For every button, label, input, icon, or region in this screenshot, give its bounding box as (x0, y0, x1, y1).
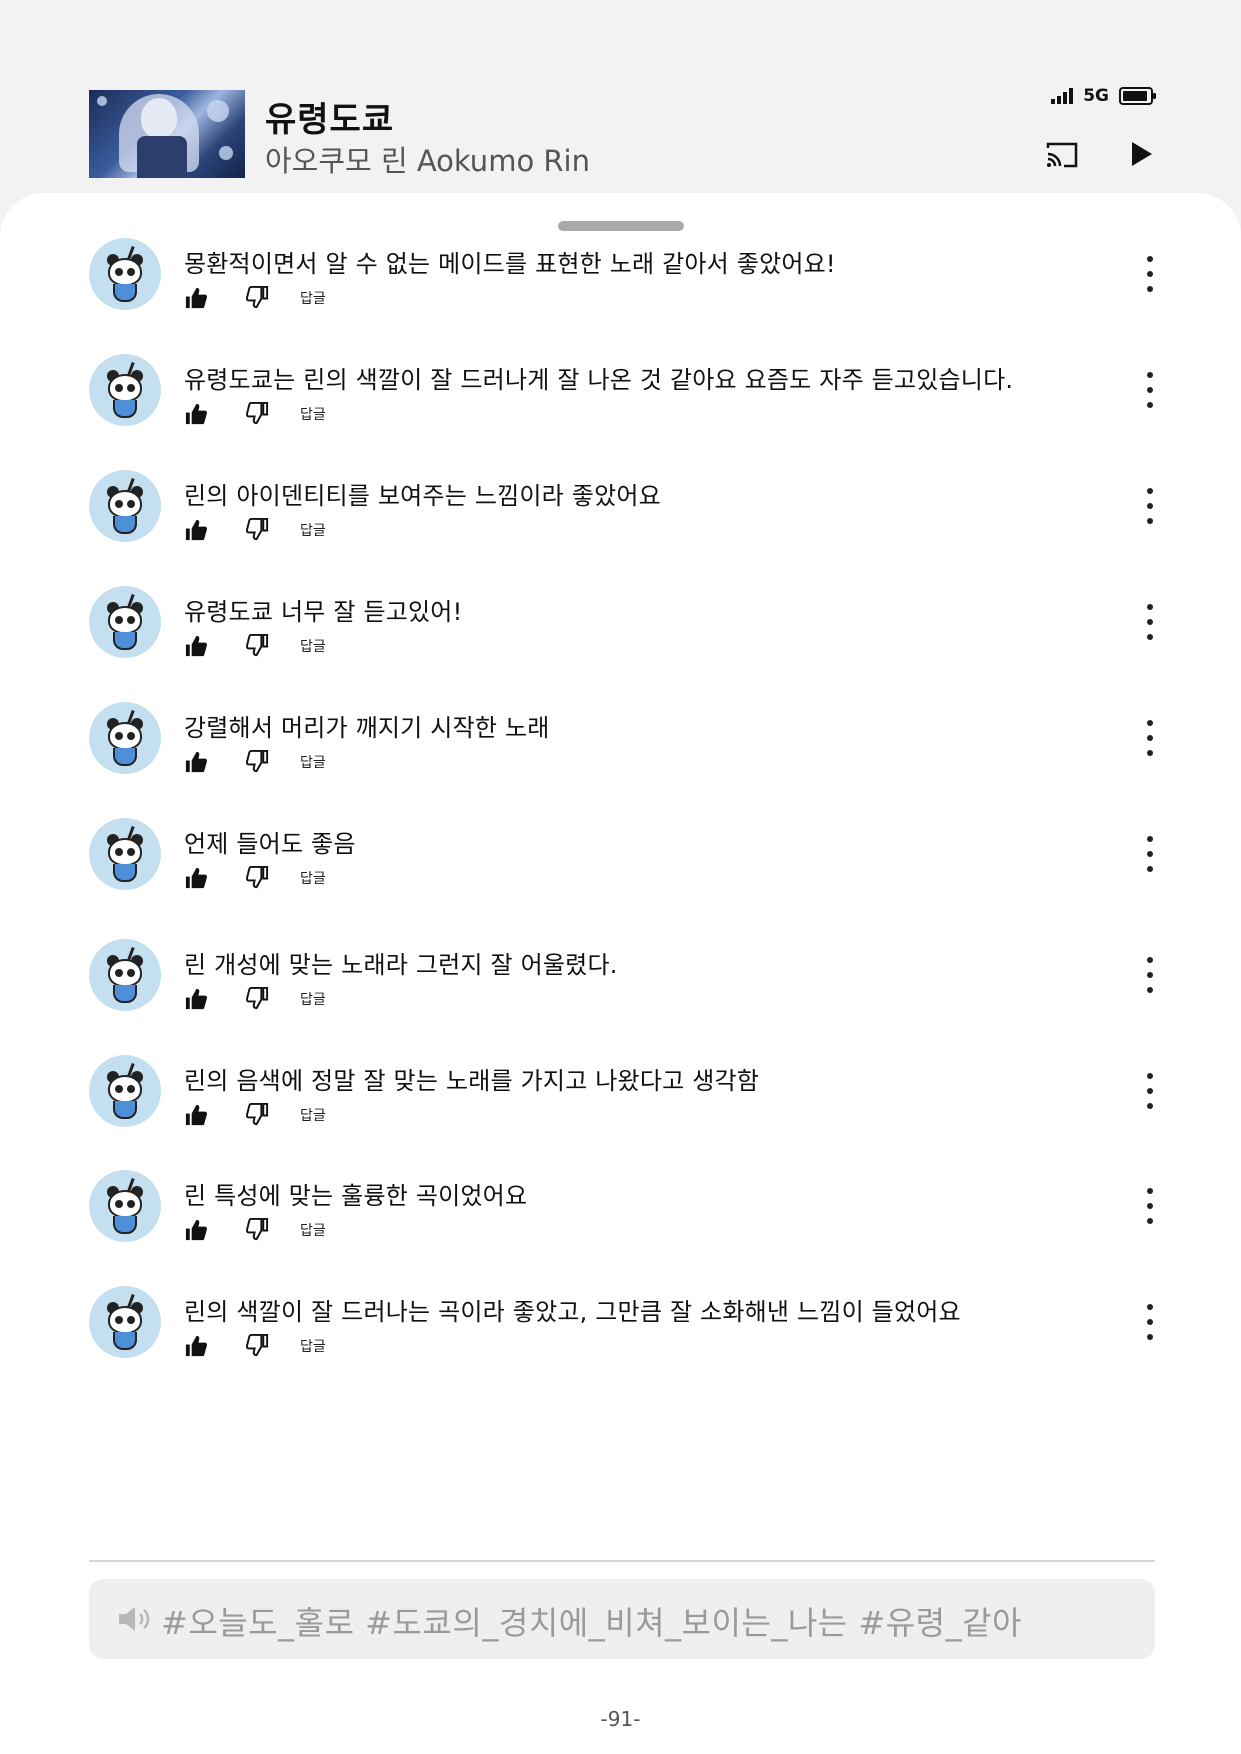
avatar[interactable] (89, 1286, 161, 1358)
comment-item: 린의 아이덴티티를 보여주는 느낌이라 좋았어요답글 (0, 470, 1241, 570)
cast-icon[interactable] (1044, 140, 1080, 170)
like-icon[interactable] (184, 402, 208, 426)
avatar[interactable] (89, 1055, 161, 1127)
reply-button[interactable]: 답글 (300, 404, 326, 424)
reply-button[interactable]: 답글 (300, 1105, 326, 1125)
more-options-icon[interactable] (1140, 488, 1160, 524)
avatar[interactable] (89, 470, 161, 542)
comment-text: 린 개성에 맞는 노래라 그런지 잘 어울렸다. (184, 951, 618, 979)
comment-item: 린 개성에 맞는 노래라 그런지 잘 어울렸다. 답글 (0, 939, 1241, 1039)
song-title: 유령도쿄 (265, 100, 395, 140)
reply-button[interactable]: 답글 (300, 1220, 326, 1240)
like-icon[interactable] (184, 1334, 208, 1358)
dislike-icon[interactable] (246, 1218, 270, 1242)
comment-text: 언제 들어도 좋음 (184, 830, 356, 858)
comment-text: 린의 색깔이 잘 드러나는 곡이라 좋았고, 그만큼 잘 소화해낸 느낌이 들었… (184, 1298, 961, 1326)
comment-actions: 답글 (184, 1334, 326, 1358)
page-number: -91- (600, 1707, 641, 1731)
like-icon[interactable] (184, 866, 208, 890)
comment-text: 강렬해서 머리가 깨지기 시작한 노래 (184, 714, 550, 742)
reply-button[interactable]: 답글 (300, 1336, 326, 1356)
dislike-icon[interactable] (246, 1103, 270, 1127)
comment-item: 강렬해서 머리가 깨지기 시작한 노래답글 (0, 702, 1241, 802)
more-options-icon[interactable] (1140, 604, 1160, 640)
comment-actions: 답글 (184, 866, 326, 890)
like-icon[interactable] (184, 634, 208, 658)
comment-item: 유령도쿄 너무 잘 듣고있어! 답글 (0, 586, 1241, 686)
comment-actions: 답글 (184, 402, 326, 426)
more-options-icon[interactable] (1140, 256, 1160, 292)
comment-actions: 답글 (184, 750, 326, 774)
avatar[interactable] (89, 1170, 161, 1242)
more-options-icon[interactable] (1140, 1304, 1160, 1340)
comment-actions: 답글 (184, 987, 326, 1011)
comment-actions: 답글 (184, 1218, 326, 1242)
comment-actions: 답글 (184, 518, 326, 542)
avatar[interactable] (89, 586, 161, 658)
comment-actions: 답글 (184, 286, 326, 310)
avatar[interactable] (89, 238, 161, 310)
comment-text: 린의 음색에 정말 잘 맞는 노래를 가지고 나왔다고 생각함 (184, 1067, 760, 1095)
dislike-icon[interactable] (246, 987, 270, 1011)
album-art-thumbnail[interactable] (89, 90, 245, 178)
dislike-icon[interactable] (246, 518, 270, 542)
lyric-bar: #오늘도_홀로 #도쿄의_경치에_비쳐_보이는_나는 #유령_같아 (89, 1579, 1155, 1659)
dislike-icon[interactable] (246, 866, 270, 890)
dislike-icon[interactable] (246, 750, 270, 774)
reply-button[interactable]: 답글 (300, 752, 326, 772)
more-options-icon[interactable] (1140, 1073, 1160, 1109)
like-icon[interactable] (184, 1103, 208, 1127)
reply-button[interactable]: 답글 (300, 520, 326, 540)
reply-button[interactable]: 답글 (300, 868, 326, 888)
comment-item: 몽환적이면서 알 수 없는 메이드를 표현한 노래 같아서 좋았어요! 답글 (0, 238, 1241, 338)
avatar[interactable] (89, 702, 161, 774)
dislike-icon[interactable] (246, 402, 270, 426)
player-header: 유령도쿄 아오쿠모 린 Aokumo Rin 5G (0, 0, 1241, 200)
speaker-icon (119, 1607, 150, 1631)
like-icon[interactable] (184, 987, 208, 1011)
comment-text: 몽환적이면서 알 수 없는 메이드를 표현한 노래 같아서 좋았어요! (184, 250, 836, 278)
reply-button[interactable]: 답글 (300, 636, 326, 656)
like-icon[interactable] (184, 286, 208, 310)
play-icon[interactable] (1130, 140, 1154, 168)
like-icon[interactable] (184, 750, 208, 774)
comment-item: 유령도쿄는 린의 색깔이 잘 드러나게 잘 나온 것 같아요 요즘도 자주 듣고… (0, 354, 1241, 454)
avatar[interactable] (89, 818, 161, 890)
dislike-icon[interactable] (246, 286, 270, 310)
reply-button[interactable]: 답글 (300, 288, 326, 308)
reply-button[interactable]: 답글 (300, 989, 326, 1009)
lyric-text: #오늘도_홀로 #도쿄의_경치에_비쳐_보이는_나는 #유령_같아 (161, 1604, 1022, 1642)
drag-handle[interactable] (558, 221, 684, 231)
like-icon[interactable] (184, 1218, 208, 1242)
more-options-icon[interactable] (1140, 1188, 1160, 1224)
comment-text: 린의 아이덴티티를 보여주는 느낌이라 좋았어요 (184, 482, 661, 510)
comment-item: 린의 음색에 정말 잘 맞는 노래를 가지고 나왔다고 생각함답글 (0, 1055, 1241, 1155)
status-bar: 5G (1051, 86, 1156, 106)
comment-text: 린 특성에 맞는 훌륭한 곡이었어요 (184, 1182, 528, 1210)
battery-icon (1119, 87, 1156, 105)
comment-item: 린의 색깔이 잘 드러나는 곡이라 좋았고, 그만큼 잘 소화해낸 느낌이 들었… (0, 1286, 1241, 1386)
comment-item: 언제 들어도 좋음답글 (0, 818, 1241, 918)
signal-icon (1051, 88, 1074, 104)
comment-text: 유령도쿄는 린의 색깔이 잘 드러나게 잘 나온 것 같아요 요즘도 자주 듣고… (184, 366, 1014, 394)
more-options-icon[interactable] (1140, 957, 1160, 993)
more-options-icon[interactable] (1140, 720, 1160, 756)
dislike-icon[interactable] (246, 1334, 270, 1358)
divider (89, 1560, 1155, 1562)
comments-sheet: 몽환적이면서 알 수 없는 메이드를 표현한 노래 같아서 좋았어요! 답글 유령도… (0, 193, 1241, 1754)
like-icon[interactable] (184, 518, 208, 542)
comment-actions: 답글 (184, 634, 326, 658)
song-artist: 아오쿠모 린 Aokumo Rin (265, 144, 590, 178)
avatar[interactable] (89, 939, 161, 1011)
network-label: 5G (1083, 86, 1109, 106)
dislike-icon[interactable] (246, 634, 270, 658)
more-options-icon[interactable] (1140, 372, 1160, 408)
comment-text: 유령도쿄 너무 잘 듣고있어! (184, 598, 463, 626)
more-options-icon[interactable] (1140, 836, 1160, 872)
avatar[interactable] (89, 354, 161, 426)
comment-actions: 답글 (184, 1103, 326, 1127)
comment-item: 린 특성에 맞는 훌륭한 곡이었어요답글 (0, 1170, 1241, 1270)
